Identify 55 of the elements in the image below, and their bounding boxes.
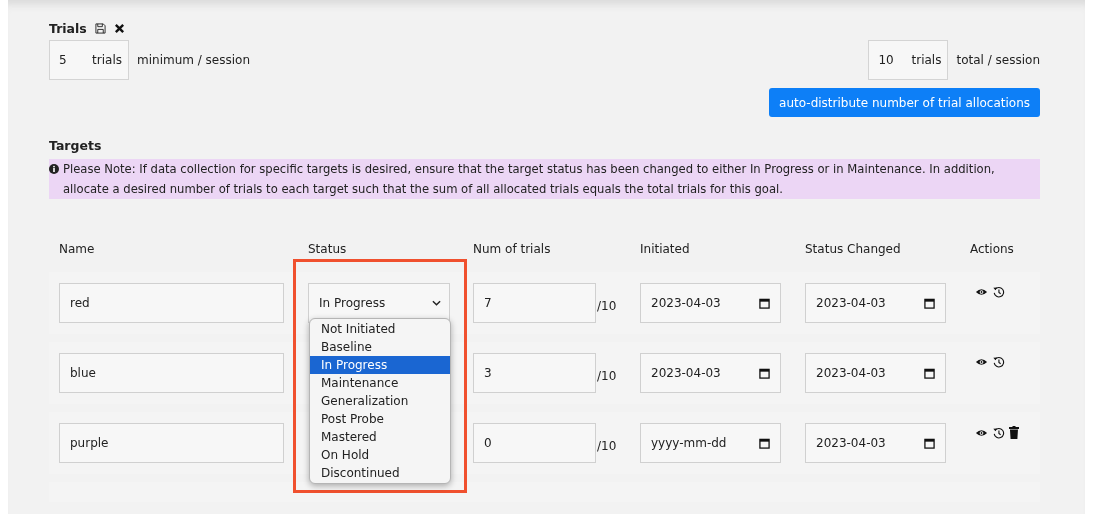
chevron-icon (432, 300, 441, 306)
calendar-icon[interactable] (924, 297, 935, 309)
column-header: Status Changed (805, 242, 902, 256)
trials-field[interactable]: 3 (473, 353, 596, 393)
minimum-label: minimum / session (137, 53, 251, 67)
note-text: Please Note: If data collection for specific targets is desired, ensure that the target status has been changed to either In Progress or in Maintenance. In addition, allocate a desired number of trials to each target such that the sum of all allocated trials equals the total trials for this goal. (63, 161, 996, 198)
max-trials-label: /10 (597, 439, 617, 453)
date-field[interactable]: 2023-04-03 (805, 423, 946, 463)
calendar-icon[interactable] (759, 437, 770, 449)
total-label: total / session (956, 53, 1040, 67)
date-field[interactable]: 2023-04-03 (805, 283, 946, 323)
save-icon[interactable] (94, 22, 106, 34)
dropdown-option[interactable]: Post Probe (310, 410, 450, 428)
date-field[interactable]: yyyy-mm-dd (640, 423, 781, 463)
info-icon (49, 164, 59, 174)
calendar-icon[interactable] (924, 367, 935, 379)
max-trials-label: /10 (597, 299, 617, 313)
trials-field[interactable]: 7 (473, 283, 596, 323)
dropdown-option[interactable]: In Progress (310, 356, 450, 374)
trash-icon[interactable] (1009, 426, 1019, 439)
dropdown-option[interactable]: Maintenance (310, 374, 450, 392)
calendar-icon[interactable] (924, 437, 935, 449)
dropdown-option[interactable]: Not Initiated (310, 320, 450, 338)
status-select[interactable]: In Progress (308, 283, 450, 323)
date-field[interactable]: 2023-04-03 (805, 353, 946, 393)
history-icon[interactable] (992, 426, 1005, 439)
date-field[interactable]: 2023-04-03 (640, 283, 781, 323)
trials-field[interactable]: 0 (473, 423, 596, 463)
dropdown-option[interactable]: Generalization (310, 392, 450, 410)
auto-distribute-button[interactable]: auto-distribute number of trial allocations (769, 88, 1040, 117)
dropdown-option[interactable]: Baseline (310, 338, 450, 356)
section-title: Targets (49, 138, 103, 153)
eye-icon[interactable] (975, 286, 988, 298)
column-header: Actions (970, 242, 1015, 256)
name-field[interactable]: blue (59, 353, 284, 393)
date-field[interactable]: 2023-04-03 (640, 353, 781, 393)
history-icon[interactable] (992, 356, 1005, 368)
close-icon[interactable] (113, 22, 125, 34)
minimum-trials-field[interactable]: 5 trials (49, 40, 129, 80)
column-header: Num of trials (473, 242, 552, 256)
eye-icon[interactable] (975, 356, 988, 368)
dropdown-option[interactable]: Mastered (310, 428, 450, 446)
calendar-icon[interactable] (759, 367, 770, 379)
name-field[interactable]: purple (59, 423, 284, 463)
column-header: Status (308, 242, 348, 256)
section-title: Trials (49, 20, 87, 36)
name-field[interactable]: red (59, 283, 284, 323)
column-header: Name (58, 242, 96, 256)
column-header: Initiated (640, 242, 691, 256)
dropdown-option[interactable]: On Hold (310, 446, 450, 464)
history-icon[interactable] (992, 286, 1005, 298)
dropdown-option[interactable]: Discontinued (310, 464, 450, 482)
total-trials-field[interactable]: 10 trials (868, 40, 949, 80)
max-trials-label: /10 (597, 369, 617, 383)
calendar-icon[interactable] (759, 297, 770, 309)
